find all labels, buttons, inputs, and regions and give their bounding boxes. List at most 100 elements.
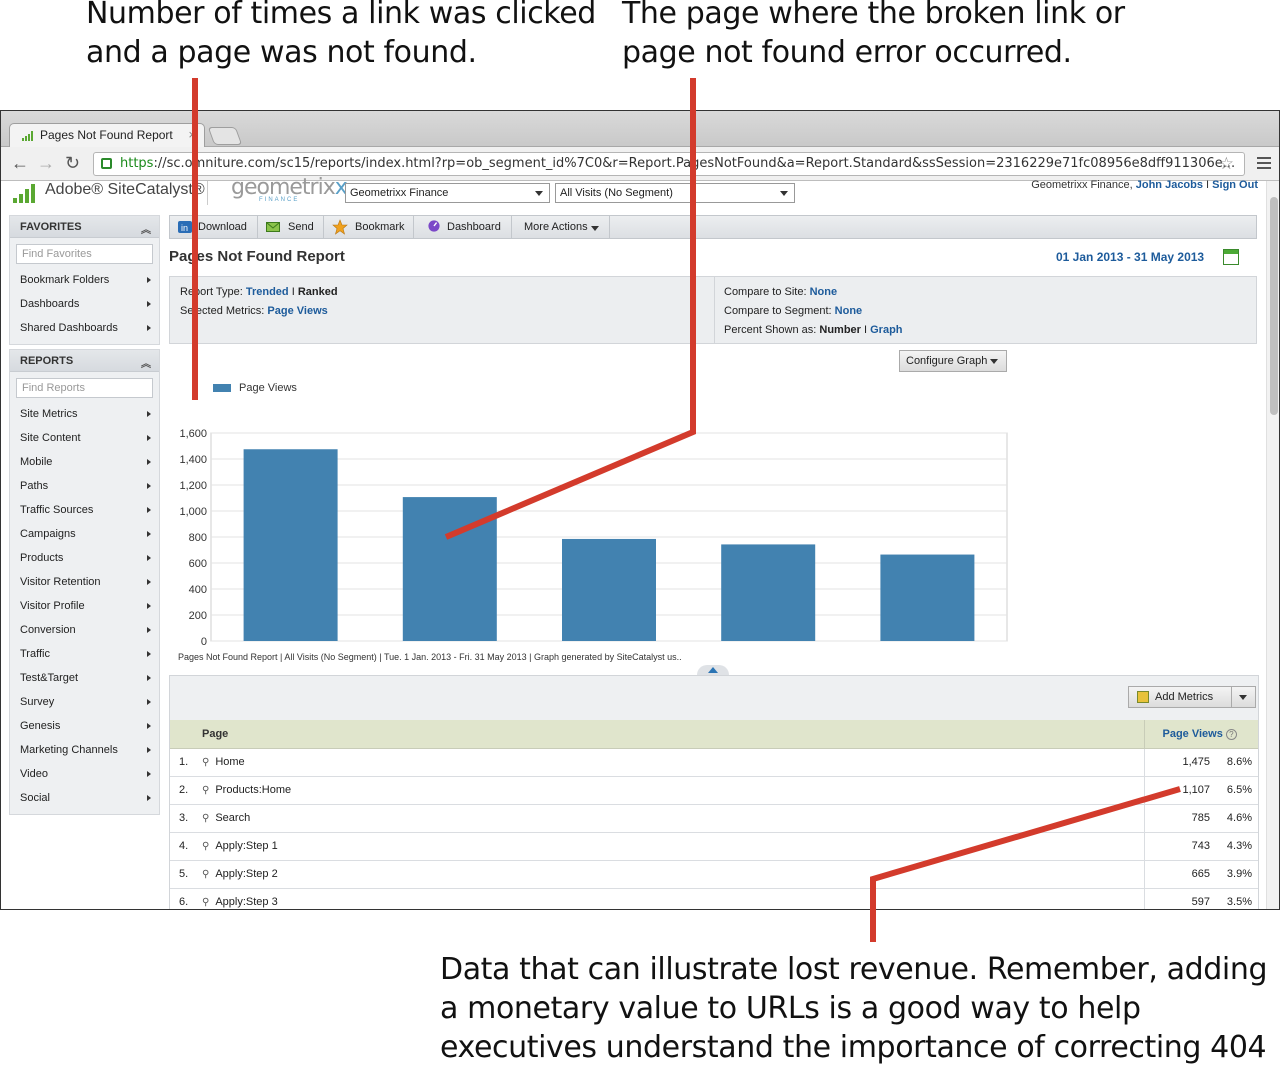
sidebar-item-shared-dashboards[interactable]: Shared Dashboards: [10, 316, 159, 340]
row-page-views: 597: [1143, 888, 1218, 909]
bookmark-button[interactable]: Bookmark: [324, 216, 414, 238]
sidebar-item-visitor-retention[interactable]: Visitor Retention: [10, 570, 159, 594]
configure-graph-button[interactable]: Configure Graph: [899, 350, 1007, 372]
chevron-down-icon: [535, 191, 543, 196]
chevron-right-icon: [147, 277, 151, 283]
compare-segment-link[interactable]: None: [835, 305, 863, 317]
sidebar-item-paths[interactable]: Paths: [10, 474, 159, 498]
date-range-link[interactable]: 01 Jan 2013 - 31 May 2013: [1056, 250, 1204, 264]
calendar-icon[interactable]: [1223, 249, 1239, 265]
chevron-right-icon: [147, 675, 151, 681]
collapse-graph-icon[interactable]: [697, 665, 729, 675]
report-settings-left: Report Type: Trended I Ranked Selected M…: [180, 283, 710, 349]
download-label: Download: [198, 221, 247, 233]
help-icon[interactable]: ?: [1225, 728, 1237, 740]
row-rank: 3.: [170, 804, 202, 833]
key-icon[interactable]: ⚲: [202, 785, 209, 796]
app-header: Adobe® SiteCatalyst® geometrixx FINANCE …: [1, 175, 1266, 215]
sidebar-item-video[interactable]: Video: [10, 762, 159, 786]
find-favorites-input[interactable]: Find Favorites: [16, 244, 153, 264]
forward-icon[interactable]: →: [37, 153, 55, 173]
sidebar-item-survey[interactable]: Survey: [10, 690, 159, 714]
trended-link[interactable]: Trended: [246, 286, 289, 298]
sidebar-item-site-content[interactable]: Site Content: [10, 426, 159, 450]
page-column-header[interactable]: Page: [170, 720, 1144, 749]
compare-site-link[interactable]: None: [810, 286, 838, 298]
table-row: 2. ⚲ Products:Home 1,107 6.5%: [170, 776, 1258, 805]
sidebar-item-social[interactable]: Social: [10, 786, 159, 810]
row-page-link[interactable]: Apply:Step 3: [215, 896, 277, 908]
bar: [402, 497, 497, 641]
selected-metrics-link[interactable]: Page Views: [267, 305, 327, 317]
sidebar-item-bookmark-folders[interactable]: Bookmark Folders: [10, 268, 159, 292]
y-tick-label: 1,400: [179, 454, 207, 466]
download-button[interactable]: in Download: [170, 216, 258, 238]
sidebar-item-mobile[interactable]: Mobile: [10, 450, 159, 474]
reload-icon[interactable]: ↻: [65, 153, 80, 173]
segment-select[interactable]: All Visits (No Segment): [555, 183, 795, 203]
sidebar-item-test-target[interactable]: Test&Target: [10, 666, 159, 690]
sidebar-item-campaigns[interactable]: Campaigns: [10, 522, 159, 546]
reports-title: REPORTS: [20, 355, 74, 367]
percent-graph-link[interactable]: Graph: [870, 324, 902, 336]
sidebar-item-label: Genesis: [20, 720, 61, 732]
row-page-link[interactable]: Apply:Step 1: [215, 840, 277, 852]
sidebar-item-products[interactable]: Products: [10, 546, 159, 570]
percent-shown-row: Percent Shown as: Number I Graph: [724, 321, 1244, 340]
key-icon[interactable]: ⚲: [202, 841, 209, 852]
report-suite-select[interactable]: Geometrixx Finance: [345, 183, 550, 203]
key-icon[interactable]: ⚲: [202, 757, 209, 768]
browser-menu-icon[interactable]: [1257, 157, 1271, 171]
sidebar-item-site-metrics[interactable]: Site Metrics: [10, 402, 159, 426]
more-actions-button[interactable]: More Actions: [512, 216, 610, 238]
header-divider: [207, 181, 208, 205]
row-page-link[interactable]: Products:Home: [215, 784, 291, 796]
page-views-column-header[interactable]: Page Views?: [1143, 720, 1258, 749]
add-metrics-label: Add Metrics: [1155, 691, 1214, 703]
send-button[interactable]: Send: [258, 216, 324, 238]
scrollbar-thumb[interactable]: [1270, 197, 1278, 415]
back-icon[interactable]: ←: [11, 153, 29, 173]
find-reports-input[interactable]: Find Reports: [16, 378, 153, 398]
row-rank: 5.: [170, 860, 202, 889]
report-type-row: Report Type: Trended I Ranked: [180, 283, 710, 302]
row-rank: 1.: [170, 748, 202, 777]
collapse-icon[interactable]: ︽: [141, 220, 151, 242]
address-bar[interactable]: https://sc.omniture.com/sc15/reports/ind…: [93, 152, 1245, 176]
y-tick-label: 400: [189, 584, 207, 596]
add-metrics-dropdown[interactable]: [1232, 686, 1256, 708]
selected-metrics-row: Selected Metrics: Page Views: [180, 302, 710, 321]
chevron-down-icon: [780, 191, 788, 196]
collapse-icon[interactable]: ︽: [141, 354, 151, 376]
favorites-header[interactable]: FAVORITES ︽: [10, 216, 159, 238]
reports-header[interactable]: REPORTS ︽: [10, 350, 159, 372]
sidebar-item-marketing-channels[interactable]: Marketing Channels: [10, 738, 159, 762]
send-label: Send: [288, 221, 314, 233]
tab-close-icon[interactable]: ×: [188, 124, 196, 146]
sidebar-item-visitor-profile[interactable]: Visitor Profile: [10, 594, 159, 618]
chevron-right-icon: [147, 531, 151, 537]
row-page-link[interactable]: Home: [215, 756, 244, 768]
sidebar-item-label: Site Metrics: [20, 408, 78, 420]
sidebar-item-conversion[interactable]: Conversion: [10, 618, 159, 642]
add-metrics-button[interactable]: Add Metrics: [1128, 686, 1232, 708]
key-icon[interactable]: ⚲: [202, 897, 209, 908]
sidebar-item-traffic[interactable]: Traffic: [10, 642, 159, 666]
key-icon[interactable]: ⚲: [202, 869, 209, 880]
bookmark-star-icon[interactable]: ☆: [1219, 153, 1234, 175]
product-suffix: ® SiteCatalyst®: [91, 181, 205, 198]
page-scrollbar[interactable]: [1266, 181, 1279, 909]
sidebar-item-dashboards[interactable]: Dashboards: [10, 292, 159, 316]
dashboard-button[interactable]: Dashboard: [414, 216, 512, 238]
new-tab-button[interactable]: [207, 127, 243, 145]
user-name-link[interactable]: John Jacobs: [1136, 179, 1203, 191]
sidebar-item-genesis[interactable]: Genesis: [10, 714, 159, 738]
row-page-link[interactable]: Search: [215, 812, 250, 824]
row-page-link[interactable]: Apply:Step 2: [215, 868, 277, 880]
key-icon[interactable]: ⚲: [202, 813, 209, 824]
report-settings-panel: Report Type: Trended I Ranked Selected M…: [169, 276, 1257, 344]
sidebar-item-label: Visitor Retention: [20, 576, 101, 588]
sign-out-link[interactable]: Sign Out: [1212, 179, 1258, 191]
browser-tab[interactable]: Pages Not Found Report ×: [9, 123, 205, 148]
sidebar-item-traffic-sources[interactable]: Traffic Sources: [10, 498, 159, 522]
